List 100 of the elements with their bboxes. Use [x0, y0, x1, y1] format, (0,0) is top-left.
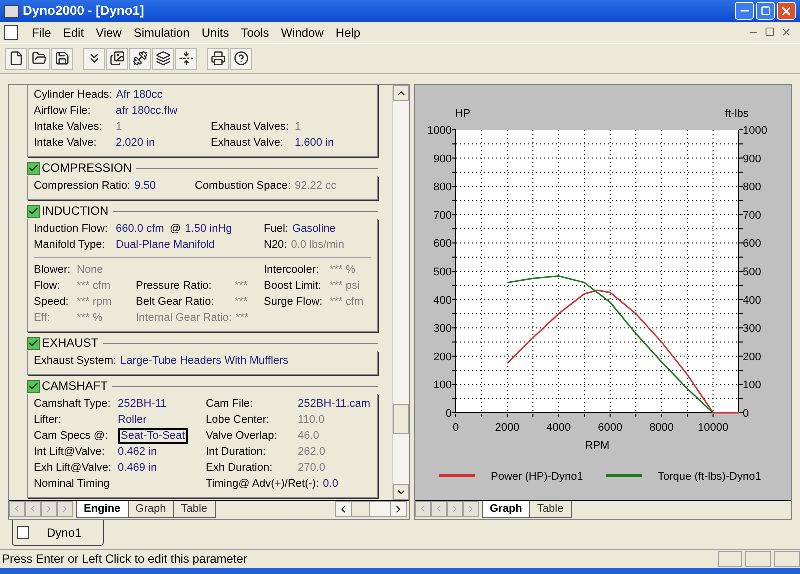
field-label: Compression Ratio: [34, 178, 131, 194]
toolbar-button[interactable] [106, 48, 128, 70]
tick-label: 1000 [743, 125, 768, 137]
tick-label: 10000 [698, 422, 729, 434]
field-value[interactable]: Afr 180cc [116, 86, 163, 104]
field-value[interactable]: 0.469 in [118, 460, 158, 476]
save-icon [54, 51, 70, 66]
dumbbell-icon [132, 51, 148, 66]
field-value[interactable]: Seat-To-Seat [118, 428, 188, 444]
field-value[interactable]: 0.462 in [118, 444, 158, 460]
section-title: CAMSHAFT [42, 378, 108, 395]
sheet-tab[interactable]: Table [529, 501, 572, 518]
tick-label: 600 [434, 238, 452, 250]
document-tab[interactable]: Dyno1 [12, 520, 104, 546]
toolbar-button[interactable] [207, 48, 229, 70]
tick-label: 400 [743, 294, 762, 307]
restore-icon[interactable] [765, 27, 775, 37]
tick-label: 0 [743, 408, 750, 420]
vertical-scrollbar[interactable] [392, 85, 409, 500]
toolbar-button[interactable] [5, 48, 27, 70]
menu-item[interactable]: Units [196, 24, 236, 42]
restore-button[interactable] [756, 2, 775, 20]
field-value[interactable]: Roller [118, 412, 147, 428]
field-value[interactable]: 1.600 in [295, 134, 334, 152]
close-icon[interactable] [781, 27, 792, 38]
field-value[interactable]: 252BH-11 [118, 396, 167, 412]
field-label: Belt Gear Ratio: [136, 294, 216, 310]
horizontal-scrollbar[interactable] [335, 501, 407, 517]
field-label: Cam File: [206, 396, 254, 412]
field-value[interactable]: Gasoline [292, 220, 336, 238]
field-label: Intercooler: [264, 262, 320, 278]
field-value[interactable]: 9.50 [134, 178, 156, 194]
menu-item[interactable]: Help [330, 24, 367, 42]
section-checkbox[interactable] [27, 204, 40, 218]
tick-label: 2000 [495, 422, 520, 434]
new-file-icon [8, 51, 24, 66]
restore-icon [760, 6, 770, 16]
section-checkbox[interactable] [27, 336, 40, 350]
legend-label: Torque (ft-lbs)-Dyno1 [658, 471, 762, 483]
field-label: Nominal Timing [34, 476, 111, 492]
toolbar-button[interactable] [51, 48, 73, 70]
axis-title: RPM [585, 440, 610, 452]
tick-label: 200 [743, 351, 762, 364]
sheet-tab[interactable]: Engine [76, 501, 129, 518]
status-text: Press Enter or Left Click to edit this parameter [2, 551, 248, 568]
field-value[interactable]: Large-Tube Headers With Mufflers [120, 352, 289, 370]
images-icon [110, 51, 124, 66]
sheet-tab[interactable]: Table [173, 501, 216, 518]
field-value[interactable]: 252BH-11.cam [298, 396, 371, 412]
scroll-thumb[interactable] [393, 404, 409, 434]
field-label: Intake Valves: [34, 120, 104, 135]
field-label: Manifold Type: [34, 238, 106, 253]
menu-item[interactable]: Tools [235, 24, 276, 42]
tick-label: 8000 [650, 422, 674, 434]
tick-label: 6000 [598, 422, 623, 434]
field-label: Combustion Space: [195, 178, 291, 194]
menu-item[interactable]: Window [275, 24, 330, 42]
field-label: Cam Specs @: [34, 428, 110, 444]
document-icon[interactable] [4, 25, 18, 40]
field-value[interactable]: Dual-Plane Manifold [116, 236, 216, 254]
field-label: Induction Flow: [34, 222, 109, 237]
sheet-tab[interactable]: Graph [128, 501, 174, 518]
toolbar-button[interactable] [129, 48, 151, 70]
section-checkbox[interactable] [27, 162, 40, 174]
toolbar-button[interactable] [230, 48, 252, 70]
field-label: Pressure Ratio: [136, 278, 213, 294]
menu-item[interactable]: Edit [57, 24, 90, 42]
toolbar-button[interactable] [83, 48, 105, 70]
field-label: Surge Flow: [264, 294, 324, 310]
field-value[interactable]: 1.50 inHg [185, 220, 232, 238]
field-label: Exhaust Valves: [211, 120, 290, 135]
axis-label: HP [455, 108, 471, 120]
toolbar-button[interactable] [28, 48, 50, 70]
menu-item[interactable]: File [26, 24, 58, 42]
field-label: Cylinder Heads: [34, 88, 112, 103]
app-icon [4, 4, 19, 18]
section-checkbox[interactable] [27, 380, 40, 392]
field-value[interactable]: afr 180cc.flw [116, 102, 178, 120]
close-icon [780, 4, 793, 18]
field-label: Int Duration: [206, 444, 267, 460]
menu-item[interactable]: View [90, 24, 128, 42]
field-label: Airflow File: [34, 104, 92, 119]
field-label: Timing@ Adv(+)/Ret(-): [206, 476, 320, 492]
tick-label: 500 [743, 266, 762, 278]
toolbar-button[interactable] [175, 48, 197, 70]
sheet-tab[interactable]: Graph [482, 501, 530, 518]
close-button[interactable] [777, 2, 796, 20]
field-label: Int Lift@Valve: [34, 444, 106, 460]
tick-label: 900 [743, 153, 762, 166]
field-value[interactable]: 2.020 in [116, 134, 156, 152]
field-value[interactable]: 660.0 cfm [116, 220, 164, 238]
field-label: Intake Valve: [34, 136, 98, 151]
field-value[interactable]: 0.0 [323, 476, 338, 492]
minimize-button[interactable] [735, 2, 754, 20]
section-title: EXHAUST [42, 335, 99, 352]
menu-item[interactable]: Simulation [128, 24, 196, 42]
field-label: Exhaust Valve: [211, 136, 285, 151]
toolbar-button[interactable] [152, 48, 174, 70]
document-icon [17, 526, 29, 539]
tick-label: 100 [434, 380, 452, 392]
